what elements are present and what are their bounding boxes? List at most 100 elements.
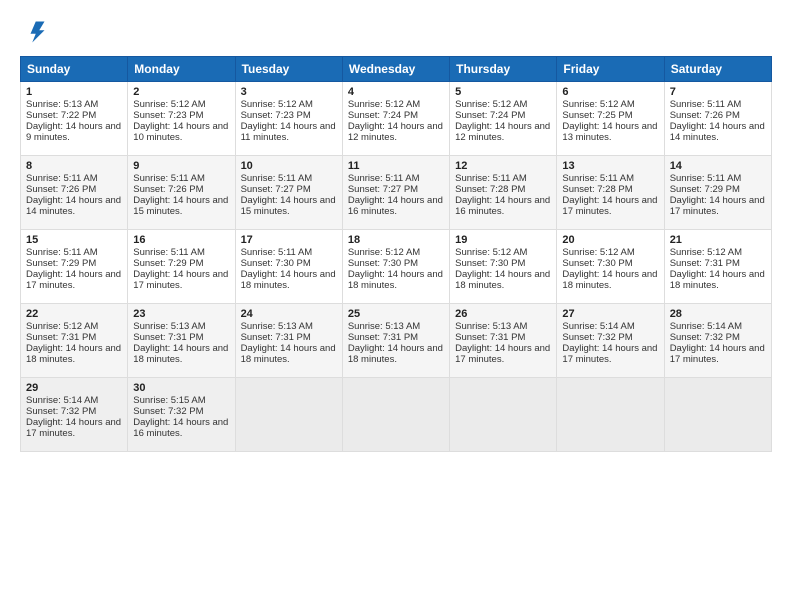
daylight-text: Daylight: 14 hours and 16 minutes. xyxy=(455,195,551,217)
day-number: 18 xyxy=(348,234,444,246)
logo xyxy=(20,18,52,46)
day-number: 26 xyxy=(455,308,551,320)
sunrise-text: Sunrise: 5:15 AM xyxy=(133,395,229,406)
day-number: 12 xyxy=(455,160,551,172)
calendar-cell: 21Sunrise: 5:12 AMSunset: 7:31 PMDayligh… xyxy=(664,230,771,304)
daylight-text: Daylight: 14 hours and 12 minutes. xyxy=(455,121,551,143)
calendar-cell: 16Sunrise: 5:11 AMSunset: 7:29 PMDayligh… xyxy=(128,230,235,304)
sunset-text: Sunset: 7:26 PM xyxy=(26,184,122,195)
daylight-text: Daylight: 14 hours and 17 minutes. xyxy=(455,343,551,365)
sunrise-text: Sunrise: 5:12 AM xyxy=(670,247,766,258)
sunset-text: Sunset: 7:28 PM xyxy=(455,184,551,195)
calendar-cell: 23Sunrise: 5:13 AMSunset: 7:31 PMDayligh… xyxy=(128,304,235,378)
calendar-cell: 10Sunrise: 5:11 AMSunset: 7:27 PMDayligh… xyxy=(235,156,342,230)
day-number: 11 xyxy=(348,160,444,172)
calendar-cell: 8Sunrise: 5:11 AMSunset: 7:26 PMDaylight… xyxy=(21,156,128,230)
sunset-text: Sunset: 7:32 PM xyxy=(670,332,766,343)
calendar-week-2: 8Sunrise: 5:11 AMSunset: 7:26 PMDaylight… xyxy=(21,156,772,230)
sunrise-text: Sunrise: 5:11 AM xyxy=(455,173,551,184)
sunset-text: Sunset: 7:29 PM xyxy=(26,258,122,269)
col-header-friday: Friday xyxy=(557,57,664,82)
daylight-text: Daylight: 14 hours and 14 minutes. xyxy=(26,195,122,217)
daylight-text: Daylight: 14 hours and 17 minutes. xyxy=(26,269,122,291)
calendar-cell: 15Sunrise: 5:11 AMSunset: 7:29 PMDayligh… xyxy=(21,230,128,304)
sunrise-text: Sunrise: 5:13 AM xyxy=(241,321,337,332)
sunrise-text: Sunrise: 5:11 AM xyxy=(26,173,122,184)
sunrise-text: Sunrise: 5:12 AM xyxy=(455,247,551,258)
daylight-text: Daylight: 14 hours and 12 minutes. xyxy=(348,121,444,143)
daylight-text: Daylight: 14 hours and 17 minutes. xyxy=(562,343,658,365)
sunrise-text: Sunrise: 5:13 AM xyxy=(455,321,551,332)
daylight-text: Daylight: 14 hours and 13 minutes. xyxy=(562,121,658,143)
calendar-cell: 24Sunrise: 5:13 AMSunset: 7:31 PMDayligh… xyxy=(235,304,342,378)
calendar-cell: 5Sunrise: 5:12 AMSunset: 7:24 PMDaylight… xyxy=(450,82,557,156)
sunrise-text: Sunrise: 5:12 AM xyxy=(348,99,444,110)
day-number: 21 xyxy=(670,234,766,246)
calendar-week-4: 22Sunrise: 5:12 AMSunset: 7:31 PMDayligh… xyxy=(21,304,772,378)
calendar-cell xyxy=(664,378,771,452)
sunrise-text: Sunrise: 5:11 AM xyxy=(133,247,229,258)
day-number: 20 xyxy=(562,234,658,246)
day-number: 3 xyxy=(241,86,337,98)
sunset-text: Sunset: 7:27 PM xyxy=(348,184,444,195)
calendar-page: SundayMondayTuesdayWednesdayThursdayFrid… xyxy=(0,0,792,612)
day-number: 16 xyxy=(133,234,229,246)
daylight-text: Daylight: 14 hours and 18 minutes. xyxy=(241,343,337,365)
calendar-cell: 25Sunrise: 5:13 AMSunset: 7:31 PMDayligh… xyxy=(342,304,449,378)
sunrise-text: Sunrise: 5:14 AM xyxy=(562,321,658,332)
sunset-text: Sunset: 7:26 PM xyxy=(670,110,766,121)
sunset-text: Sunset: 7:22 PM xyxy=(26,110,122,121)
day-number: 29 xyxy=(26,382,122,394)
calendar-cell: 19Sunrise: 5:12 AMSunset: 7:30 PMDayligh… xyxy=(450,230,557,304)
calendar-cell: 11Sunrise: 5:11 AMSunset: 7:27 PMDayligh… xyxy=(342,156,449,230)
sunset-text: Sunset: 7:32 PM xyxy=(562,332,658,343)
col-header-tuesday: Tuesday xyxy=(235,57,342,82)
daylight-text: Daylight: 14 hours and 11 minutes. xyxy=(241,121,337,143)
sunset-text: Sunset: 7:31 PM xyxy=(348,332,444,343)
col-header-sunday: Sunday xyxy=(21,57,128,82)
daylight-text: Daylight: 14 hours and 17 minutes. xyxy=(133,269,229,291)
day-number: 30 xyxy=(133,382,229,394)
daylight-text: Daylight: 14 hours and 17 minutes. xyxy=(26,417,122,439)
calendar-cell: 7Sunrise: 5:11 AMSunset: 7:26 PMDaylight… xyxy=(664,82,771,156)
calendar-cell: 29Sunrise: 5:14 AMSunset: 7:32 PMDayligh… xyxy=(21,378,128,452)
calendar-cell: 20Sunrise: 5:12 AMSunset: 7:30 PMDayligh… xyxy=(557,230,664,304)
sunset-text: Sunset: 7:29 PM xyxy=(133,258,229,269)
calendar-cell: 27Sunrise: 5:14 AMSunset: 7:32 PMDayligh… xyxy=(557,304,664,378)
sunrise-text: Sunrise: 5:13 AM xyxy=(348,321,444,332)
daylight-text: Daylight: 14 hours and 18 minutes. xyxy=(348,343,444,365)
sunset-text: Sunset: 7:32 PM xyxy=(26,406,122,417)
logo-icon xyxy=(20,18,48,46)
daylight-text: Daylight: 14 hours and 18 minutes. xyxy=(26,343,122,365)
sunset-text: Sunset: 7:24 PM xyxy=(348,110,444,121)
sunset-text: Sunset: 7:30 PM xyxy=(348,258,444,269)
day-number: 14 xyxy=(670,160,766,172)
calendar-cell: 13Sunrise: 5:11 AMSunset: 7:28 PMDayligh… xyxy=(557,156,664,230)
sunrise-text: Sunrise: 5:11 AM xyxy=(133,173,229,184)
day-number: 4 xyxy=(348,86,444,98)
sunset-text: Sunset: 7:28 PM xyxy=(562,184,658,195)
sunrise-text: Sunrise: 5:11 AM xyxy=(26,247,122,258)
daylight-text: Daylight: 14 hours and 18 minutes. xyxy=(455,269,551,291)
sunrise-text: Sunrise: 5:12 AM xyxy=(26,321,122,332)
sunrise-text: Sunrise: 5:12 AM xyxy=(562,99,658,110)
calendar-cell: 12Sunrise: 5:11 AMSunset: 7:28 PMDayligh… xyxy=(450,156,557,230)
sunrise-text: Sunrise: 5:11 AM xyxy=(241,173,337,184)
col-header-thursday: Thursday xyxy=(450,57,557,82)
sunrise-text: Sunrise: 5:13 AM xyxy=(133,321,229,332)
calendar-cell: 14Sunrise: 5:11 AMSunset: 7:29 PMDayligh… xyxy=(664,156,771,230)
sunrise-text: Sunrise: 5:11 AM xyxy=(241,247,337,258)
day-number: 1 xyxy=(26,86,122,98)
calendar-cell: 3Sunrise: 5:12 AMSunset: 7:23 PMDaylight… xyxy=(235,82,342,156)
calendar-cell xyxy=(450,378,557,452)
day-number: 27 xyxy=(562,308,658,320)
day-number: 2 xyxy=(133,86,229,98)
sunrise-text: Sunrise: 5:11 AM xyxy=(670,99,766,110)
sunset-text: Sunset: 7:26 PM xyxy=(133,184,229,195)
sunrise-text: Sunrise: 5:14 AM xyxy=(670,321,766,332)
day-number: 17 xyxy=(241,234,337,246)
daylight-text: Daylight: 14 hours and 17 minutes. xyxy=(562,195,658,217)
sunset-text: Sunset: 7:31 PM xyxy=(670,258,766,269)
day-number: 6 xyxy=(562,86,658,98)
calendar-cell: 28Sunrise: 5:14 AMSunset: 7:32 PMDayligh… xyxy=(664,304,771,378)
